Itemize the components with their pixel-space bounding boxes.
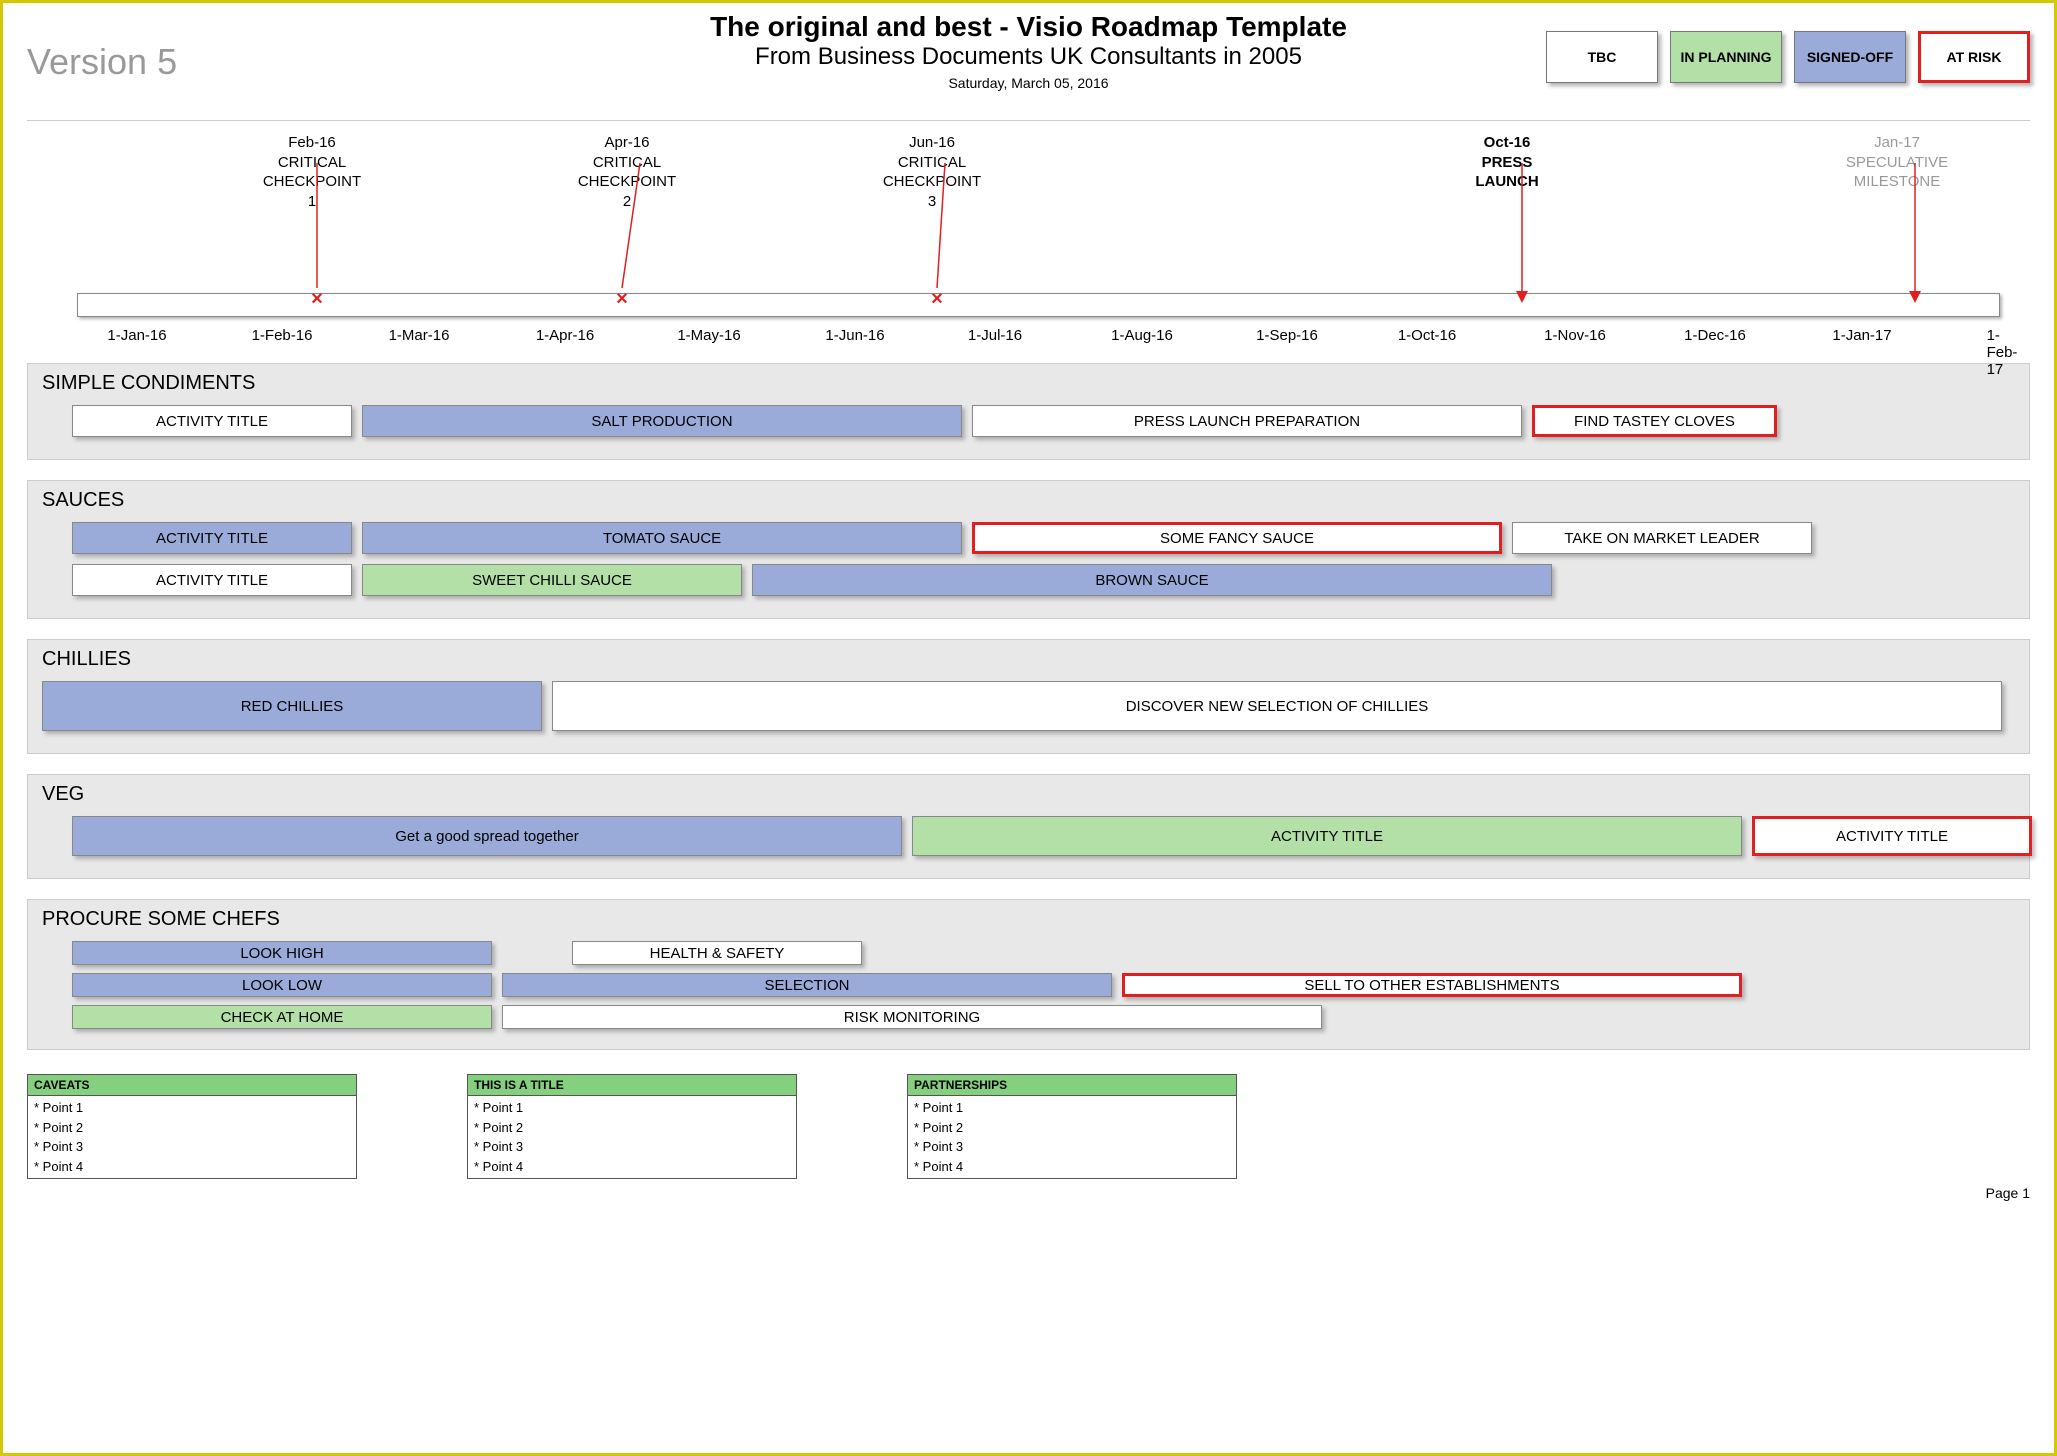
activity-bar[interactable]: ACTIVITY TITLE (72, 522, 352, 554)
page-number: Page 1 (27, 1185, 2030, 1201)
activity-bar[interactable]: Get a good spread together (72, 816, 902, 856)
marker-x-icon: × (917, 163, 957, 308)
footer-point: * Point 2 (914, 1118, 1230, 1138)
tick-label: 1-Dec-16 (1684, 327, 1746, 344)
footer-point: * Point 2 (34, 1118, 350, 1138)
svg-text:×: × (616, 288, 628, 308)
swimlane-chefs: PROCURE SOME CHEFS LOOK HIGH HEALTH & SA… (27, 899, 2030, 1050)
activity-bar[interactable]: SOME FANCY SAUCE (972, 522, 1502, 554)
legend-signed-off: SIGNED-OFF (1794, 31, 1906, 83)
activity-bar[interactable]: LOOK HIGH (72, 941, 492, 965)
footer-boxes: CAVEATS * Point 1 * Point 2 * Point 3 * … (27, 1074, 2030, 1179)
activity-bar[interactable]: LOOK LOW (72, 973, 492, 997)
footer-point: * Point 1 (914, 1098, 1230, 1118)
marker-arrow-icon (1502, 163, 1542, 308)
activity-bar[interactable]: BROWN SAUCE (752, 564, 1552, 596)
header: Version 5 The original and best - Visio … (27, 11, 2030, 121)
version-label: Version 5 (27, 41, 177, 83)
tick-label: 1-Jan-17 (1832, 327, 1891, 344)
tick-label: 1-Jun-16 (825, 327, 884, 344)
marker-arrow-icon (1895, 163, 1935, 308)
tick-label: 1-Jul-16 (968, 327, 1022, 344)
footer-point: * Point 4 (474, 1157, 790, 1177)
swimlane-sauces: SAUCES ACTIVITY TITLE TOMATO SAUCE SOME … (27, 480, 2030, 619)
footer-box-title: PARTNERSHIPS (908, 1075, 1236, 1096)
activity-bar[interactable]: TAKE ON MARKET LEADER (1512, 522, 1812, 554)
activity-bar[interactable]: SWEET CHILLI SAUCE (362, 564, 742, 596)
activity-bar[interactable]: SELECTION (502, 973, 1112, 997)
footer-point: * Point 1 (34, 1098, 350, 1118)
swimlane-title: PROCURE SOME CHEFS (42, 908, 2015, 931)
marker-x-icon: × (297, 163, 337, 308)
footer-point: * Point 1 (474, 1098, 790, 1118)
footer-point: * Point 3 (914, 1137, 1230, 1157)
tick-label: 1-Mar-16 (389, 327, 450, 344)
activity-bar[interactable]: ACTIVITY TITLE (912, 816, 1742, 856)
legend: TBC IN PLANNING SIGNED-OFF AT RISK (1546, 31, 2030, 83)
activity-bar[interactable]: TOMATO SAUCE (362, 522, 962, 554)
footer-point: * Point 2 (474, 1118, 790, 1138)
footer-box-partnerships: PARTNERSHIPS * Point 1 * Point 2 * Point… (907, 1074, 1237, 1179)
tick-label: 1-Aug-16 (1111, 327, 1173, 344)
marker-x-icon: × (602, 163, 642, 308)
footer-box-caveats: CAVEATS * Point 1 * Point 2 * Point 3 * … (27, 1074, 357, 1179)
tick-label: 1-Feb-16 (252, 327, 313, 344)
swimlane-title: SAUCES (42, 489, 2015, 512)
swimlane-chillies: CHILLIES RED CHILLIES DISCOVER NEW SELEC… (27, 639, 2030, 754)
svg-text:×: × (311, 288, 323, 308)
activity-bar[interactable]: DISCOVER NEW SELECTION OF CHILLIES (552, 681, 2002, 731)
activity-bar[interactable]: SELL TO OTHER ESTABLISHMENTS (1122, 973, 1742, 997)
footer-box-title: THIS IS A TITLE (468, 1075, 796, 1096)
footer-point: * Point 4 (34, 1157, 350, 1177)
activity-bar[interactable]: ACTIVITY TITLE (72, 405, 352, 437)
tick-label: 1-Apr-16 (536, 327, 594, 344)
footer-point: * Point 4 (914, 1157, 1230, 1177)
activity-bar[interactable]: SALT PRODUCTION (362, 405, 962, 437)
legend-at-risk: AT RISK (1918, 31, 2030, 83)
activity-bar[interactable]: FIND TASTEY CLOVES (1532, 405, 1777, 437)
svg-text:×: × (931, 288, 943, 308)
activity-bar[interactable]: PRESS LAUNCH PREPARATION (972, 405, 1522, 437)
footer-point: * Point 3 (474, 1137, 790, 1157)
footer-box-title: CAVEATS (28, 1075, 356, 1096)
tick-label: 1-Feb-17 (1987, 327, 2018, 378)
activity-bar[interactable]: RISK MONITORING (502, 1005, 1322, 1029)
swimlane-title: VEG (42, 783, 2015, 806)
timeline: × × × 1-Jan-16 1-Feb-16 1-Mar-16 1-Apr-1… (47, 283, 2010, 343)
swimlane-veg: VEG Get a good spread together ACTIVITY … (27, 774, 2030, 879)
timeline-bar (77, 293, 2000, 317)
activity-bar[interactable]: ACTIVITY TITLE (1752, 816, 2032, 856)
activity-bar[interactable]: ACTIVITY TITLE (72, 564, 352, 596)
activity-bar[interactable]: CHECK AT HOME (72, 1005, 492, 1029)
legend-tbc: TBC (1546, 31, 1658, 83)
swimlane-title: SIMPLE CONDIMENTS (42, 372, 2015, 395)
swimlane-title: CHILLIES (42, 648, 2015, 671)
tick-label: 1-Nov-16 (1544, 327, 1606, 344)
tick-label: 1-Jan-16 (107, 327, 166, 344)
footer-point: * Point 3 (34, 1137, 350, 1157)
legend-in-planning: IN PLANNING (1670, 31, 1782, 83)
swimlane-simple-condiments: SIMPLE CONDIMENTS ACTIVITY TITLE SALT PR… (27, 363, 2030, 460)
tick-label: 1-May-16 (677, 327, 740, 344)
activity-bar[interactable]: HEALTH & SAFETY (572, 941, 862, 965)
footer-box-title: THIS IS A TITLE * Point 1 * Point 2 * Po… (467, 1074, 797, 1179)
tick-label: 1-Oct-16 (1398, 327, 1456, 344)
activity-bar[interactable]: RED CHILLIES (42, 681, 542, 731)
tick-label: 1-Sep-16 (1256, 327, 1318, 344)
